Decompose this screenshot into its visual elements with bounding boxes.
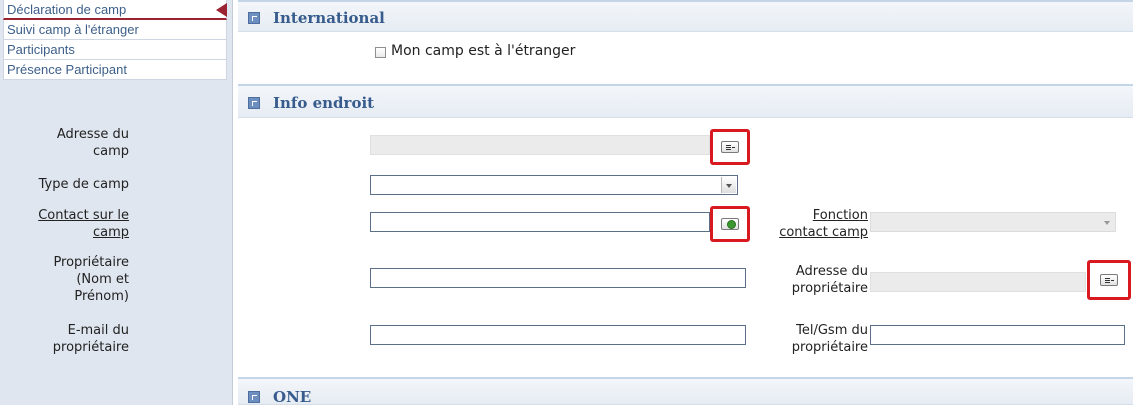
- contact-camp-lookup-button[interactable]: [710, 206, 750, 242]
- type-camp-label: Type de camp: [38, 177, 129, 192]
- section-header-info-endroit[interactable]: Info endroit: [238, 84, 1133, 118]
- adresse-camp-field: [370, 135, 710, 155]
- tel-proprietaire-label: Tel/Gsm du propriétaire: [791, 323, 868, 355]
- active-indicator-icon: [216, 3, 227, 17]
- section-title: Info endroit: [273, 94, 375, 112]
- section-title: ONE: [273, 388, 312, 406]
- section-header-international[interactable]: International: [238, 0, 1133, 32]
- adresse-proprietaire-field: [870, 272, 1086, 292]
- adresse-camp-label: Adresse du camp: [56, 127, 129, 159]
- email-proprietaire-label: E-mail du propriétaire: [52, 323, 129, 355]
- contact-lookup-icon: [721, 218, 739, 230]
- section-header-one[interactable]: ONE: [238, 377, 1133, 406]
- adresse-proprietaire-label: Adresse du propriétaire: [791, 264, 868, 296]
- chevron-down-icon: [1100, 214, 1114, 230]
- contact-camp-label[interactable]: Contact sur le camp: [38, 207, 129, 241]
- abroad-checkbox[interactable]: [375, 47, 386, 58]
- sidebar-item-label: Déclaration de camp: [7, 2, 127, 17]
- fonction-contact-label[interactable]: Fonction contact camp: [779, 207, 868, 241]
- abroad-checkbox-label[interactable]: Mon camp est à l'étranger: [391, 43, 575, 60]
- adresse-camp-lookup-button[interactable]: [710, 129, 750, 165]
- collapse-icon[interactable]: [248, 391, 260, 403]
- email-proprietaire-input[interactable]: [370, 325, 746, 345]
- sidebar-item-suivi-camp[interactable]: Suivi camp à l'étranger: [3, 20, 227, 40]
- address-card-icon: [1100, 274, 1118, 286]
- address-card-icon: [721, 141, 739, 153]
- fonction-contact-select: [870, 212, 1116, 232]
- type-camp-select[interactable]: [370, 175, 738, 195]
- collapse-icon[interactable]: [248, 12, 260, 24]
- proprietaire-nom-label: Propriétaire (Nom et Prénom): [53, 255, 129, 304]
- sidebar-item-label: Suivi camp à l'étranger: [7, 22, 139, 37]
- sidebar-item-presence-participant[interactable]: Présence Participant: [3, 60, 227, 80]
- tel-proprietaire-input[interactable]: [870, 325, 1125, 345]
- sidebar-item-label: Participants: [7, 42, 75, 57]
- main-form: International Mon camp est à l'étranger …: [38, 0, 1133, 406]
- sidebar-item-participants[interactable]: Participants: [3, 40, 227, 60]
- proprietaire-nom-input[interactable]: [370, 268, 746, 288]
- sidebar-item-label: Présence Participant: [7, 62, 127, 77]
- sidebar-item-declaration-camp[interactable]: Déclaration de camp: [3, 0, 227, 20]
- chevron-down-icon[interactable]: [721, 177, 736, 193]
- section-title: International: [273, 9, 385, 27]
- contact-camp-field[interactable]: [370, 212, 710, 232]
- collapse-icon[interactable]: [248, 97, 260, 109]
- adresse-proprietaire-lookup-button[interactable]: [1087, 260, 1131, 300]
